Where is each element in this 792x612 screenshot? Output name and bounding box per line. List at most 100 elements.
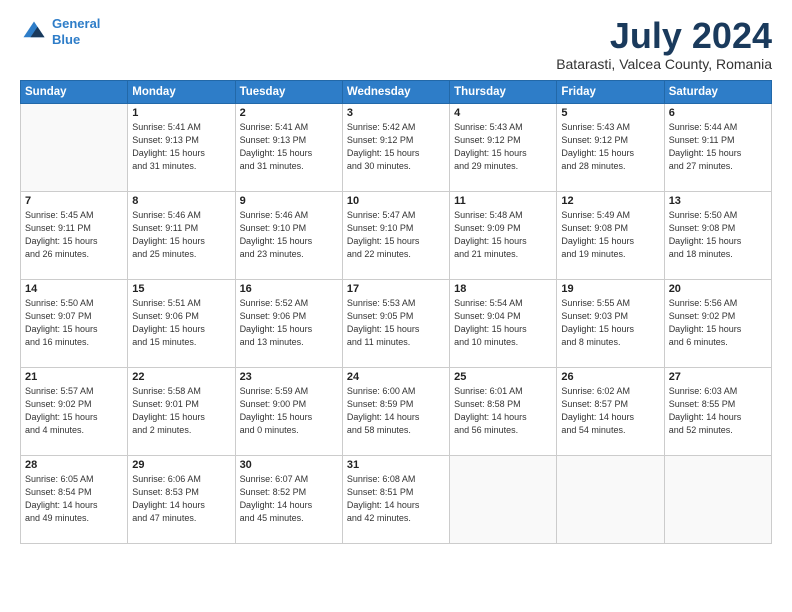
logo-line1: General [52, 16, 100, 31]
day-number: 18 [454, 283, 552, 295]
day-number: 4 [454, 107, 552, 119]
week-row-3: 14 Sunrise: 5:50 AMSunset: 9:07 PMDayligh… [21, 279, 772, 367]
col-wednesday: Wednesday [342, 80, 449, 103]
day-cell: 26 Sunrise: 6:02 AMSunset: 8:57 PMDayligh… [557, 367, 664, 455]
calendar-header: Sunday Monday Tuesday Wednesday Thursday… [21, 80, 772, 103]
day-cell: 5 Sunrise: 5:43 AMSunset: 9:12 PMDaylight… [557, 103, 664, 191]
day-info: Sunrise: 5:43 AMSunset: 9:12 PMDaylight:… [561, 121, 659, 173]
day-info: Sunrise: 5:48 AMSunset: 9:09 PMDaylight:… [454, 209, 552, 261]
day-info: Sunrise: 5:41 AMSunset: 9:13 PMDaylight:… [240, 121, 338, 173]
day-cell: 3 Sunrise: 5:42 AMSunset: 9:12 PMDaylight… [342, 103, 449, 191]
day-cell: 7 Sunrise: 5:45 AMSunset: 9:11 PMDaylight… [21, 191, 128, 279]
week-row-2: 7 Sunrise: 5:45 AMSunset: 9:11 PMDaylight… [21, 191, 772, 279]
day-cell: 17Sunrise: 5:53 AMSunset: 9:05 PMDayligh… [342, 279, 449, 367]
day-cell [557, 455, 664, 543]
col-tuesday: Tuesday [235, 80, 342, 103]
day-info: Sunrise: 6:03 AMSunset: 8:55 PMDaylight:… [669, 385, 767, 437]
day-info: Sunrise: 5:52 AMSunset: 9:06 PMDaylight:… [240, 297, 338, 349]
day-cell: 30Sunrise: 6:07 AMSunset: 8:52 PMDayligh… [235, 455, 342, 543]
header: General Blue July 2024 Batarasti, Valcea… [20, 16, 772, 72]
day-number: 28 [25, 459, 123, 471]
day-number: 16 [240, 283, 338, 295]
day-cell: 9 Sunrise: 5:46 AMSunset: 9:10 PMDaylight… [235, 191, 342, 279]
day-info: Sunrise: 5:43 AMSunset: 9:12 PMDaylight:… [454, 121, 552, 173]
day-info: Sunrise: 5:41 AMSunset: 9:13 PMDaylight:… [132, 121, 230, 173]
day-number: 12 [561, 195, 659, 207]
day-info: Sunrise: 6:01 AMSunset: 8:58 PMDaylight:… [454, 385, 552, 437]
day-info: Sunrise: 5:46 AMSunset: 9:10 PMDaylight:… [240, 209, 338, 261]
day-info: Sunrise: 6:02 AMSunset: 8:57 PMDaylight:… [561, 385, 659, 437]
day-cell: 19 Sunrise: 5:55 AMSunset: 9:03 PMDayligh… [557, 279, 664, 367]
day-info: Sunrise: 5:50 AMSunset: 9:08 PMDaylight:… [669, 209, 767, 261]
col-thursday: Thursday [450, 80, 557, 103]
day-number: 7 [25, 195, 123, 207]
day-cell: 6Sunrise: 5:44 AMSunset: 9:11 PMDaylight… [664, 103, 771, 191]
day-info: Sunrise: 5:57 AMSunset: 9:02 PMDaylight:… [25, 385, 123, 437]
day-cell: 25 Sunrise: 6:01 AMSunset: 8:58 PMDayligh… [450, 367, 557, 455]
day-cell: 4 Sunrise: 5:43 AMSunset: 9:12 PMDaylight… [450, 103, 557, 191]
day-cell: 27 Sunrise: 6:03 AMSunset: 8:55 PMDayligh… [664, 367, 771, 455]
day-cell: 29 Sunrise: 6:06 AMSunset: 8:53 PMDayligh… [128, 455, 235, 543]
day-number: 19 [561, 283, 659, 295]
calendar-table: Sunday Monday Tuesday Wednesday Thursday… [20, 80, 772, 544]
day-number: 9 [240, 195, 338, 207]
day-number: 22 [132, 371, 230, 383]
logo-line2: Blue [52, 32, 80, 47]
day-number: 6 [669, 107, 767, 119]
day-cell [21, 103, 128, 191]
day-number: 26 [561, 371, 659, 383]
day-cell: 21Sunrise: 5:57 AMSunset: 9:02 PMDayligh… [21, 367, 128, 455]
day-number: 24 [347, 371, 445, 383]
day-cell: 10Sunrise: 5:47 AMSunset: 9:10 PMDayligh… [342, 191, 449, 279]
col-sunday: Sunday [21, 80, 128, 103]
day-info: Sunrise: 5:45 AMSunset: 9:11 PMDaylight:… [25, 209, 123, 261]
day-number: 14 [25, 283, 123, 295]
col-friday: Friday [557, 80, 664, 103]
day-cell: 13Sunrise: 5:50 AMSunset: 9:08 PMDayligh… [664, 191, 771, 279]
day-number: 8 [132, 195, 230, 207]
title-area: July 2024 Batarasti, Valcea County, Roma… [556, 16, 772, 72]
day-cell: 14 Sunrise: 5:50 AMSunset: 9:07 PMDayligh… [21, 279, 128, 367]
day-number: 20 [669, 283, 767, 295]
day-info: Sunrise: 5:53 AMSunset: 9:05 PMDaylight:… [347, 297, 445, 349]
day-info: Sunrise: 6:06 AMSunset: 8:53 PMDaylight:… [132, 473, 230, 525]
day-number: 31 [347, 459, 445, 471]
logo-icon [20, 18, 48, 46]
day-info: Sunrise: 6:08 AMSunset: 8:51 PMDaylight:… [347, 473, 445, 525]
day-cell: 23 Sunrise: 5:59 AMSunset: 9:00 PMDayligh… [235, 367, 342, 455]
week-row-1: 1 Sunrise: 5:41 AMSunset: 9:13 PMDaylight… [21, 103, 772, 191]
month-title: July 2024 [556, 16, 772, 56]
day-cell: 31 Sunrise: 6:08 AMSunset: 8:51 PMDayligh… [342, 455, 449, 543]
day-cell: 18Sunrise: 5:54 AMSunset: 9:04 PMDayligh… [450, 279, 557, 367]
day-cell: 24 Sunrise: 6:00 AMSunset: 8:59 PMDayligh… [342, 367, 449, 455]
day-number: 5 [561, 107, 659, 119]
day-info: Sunrise: 5:59 AMSunset: 9:00 PMDaylight:… [240, 385, 338, 437]
day-number: 23 [240, 371, 338, 383]
day-info: Sunrise: 5:47 AMSunset: 9:10 PMDaylight:… [347, 209, 445, 261]
page: General Blue July 2024 Batarasti, Valcea… [0, 0, 792, 612]
day-cell: 28 Sunrise: 6:05 AMSunset: 8:54 PMDayligh… [21, 455, 128, 543]
day-number: 27 [669, 371, 767, 383]
day-number: 2 [240, 107, 338, 119]
day-info: Sunrise: 6:05 AMSunset: 8:54 PMDaylight:… [25, 473, 123, 525]
day-info: Sunrise: 5:49 AMSunset: 9:08 PMDaylight:… [561, 209, 659, 261]
day-number: 30 [240, 459, 338, 471]
day-info: Sunrise: 5:42 AMSunset: 9:12 PMDaylight:… [347, 121, 445, 173]
week-row-5: 28 Sunrise: 6:05 AMSunset: 8:54 PMDayligh… [21, 455, 772, 543]
day-info: Sunrise: 5:50 AMSunset: 9:07 PMDaylight:… [25, 297, 123, 349]
day-number: 1 [132, 107, 230, 119]
day-cell [664, 455, 771, 543]
day-cell: 12 Sunrise: 5:49 AMSunset: 9:08 PMDayligh… [557, 191, 664, 279]
day-number: 29 [132, 459, 230, 471]
day-number: 25 [454, 371, 552, 383]
day-info: Sunrise: 5:46 AMSunset: 9:11 PMDaylight:… [132, 209, 230, 261]
day-info: Sunrise: 5:55 AMSunset: 9:03 PMDaylight:… [561, 297, 659, 349]
day-info: Sunrise: 6:00 AMSunset: 8:59 PMDaylight:… [347, 385, 445, 437]
day-info: Sunrise: 5:56 AMSunset: 9:02 PMDaylight:… [669, 297, 767, 349]
logo: General Blue [20, 16, 100, 47]
calendar-body: 1 Sunrise: 5:41 AMSunset: 9:13 PMDaylight… [21, 103, 772, 543]
day-cell [450, 455, 557, 543]
day-number: 3 [347, 107, 445, 119]
day-info: Sunrise: 5:51 AMSunset: 9:06 PMDaylight:… [132, 297, 230, 349]
day-cell: 2 Sunrise: 5:41 AMSunset: 9:13 PMDaylight… [235, 103, 342, 191]
